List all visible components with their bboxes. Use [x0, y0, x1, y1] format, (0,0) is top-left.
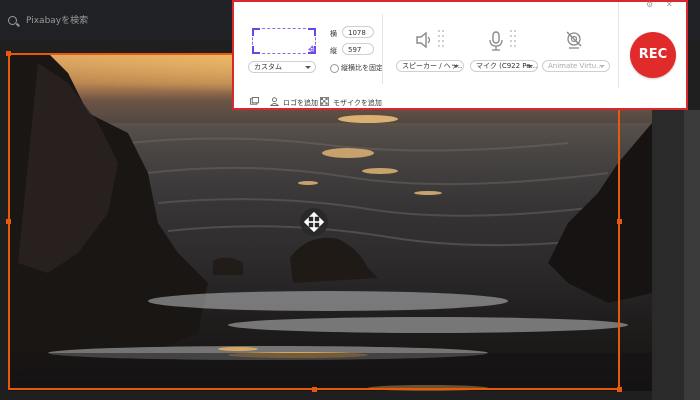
crop-region-icon[interactable] [252, 28, 316, 54]
microphone-select[interactable]: マイク (C922 Pe... [470, 60, 538, 72]
resize-handle-top-left[interactable] [6, 51, 11, 56]
window-controls: ⚙ ✕ [640, 0, 680, 10]
search-placeholder: Pixabayを検索 [26, 16, 89, 26]
search-icon [8, 16, 17, 25]
width-label: 横 [330, 30, 337, 38]
speaker-level-meter [438, 30, 446, 50]
resize-handle-bottom[interactable] [312, 387, 317, 392]
divider [382, 14, 383, 84]
chevron-down-icon [453, 65, 459, 68]
logo-person-icon [270, 97, 279, 106]
lock-ratio-checkbox[interactable] [330, 64, 339, 73]
microphone-icon[interactable] [486, 30, 506, 52]
camera-select-value: Animate Virtu... [548, 62, 603, 70]
close-icon[interactable]: ✕ [666, 0, 673, 9]
width-field[interactable]: 1078 [342, 26, 374, 38]
scrollbar-track[interactable] [684, 110, 700, 400]
image-icon [250, 97, 259, 105]
size-preset-select[interactable]: カスタム [248, 61, 316, 73]
height-label: 縦 [330, 47, 337, 55]
webcam-off-icon[interactable] [564, 30, 584, 50]
add-mosaic-label: モザイクを追加 [333, 99, 382, 107]
region-move-icon: ✥ [308, 45, 317, 56]
resize-handle-right[interactable] [617, 219, 622, 224]
resize-handle-left[interactable] [6, 219, 11, 224]
move-icon [304, 212, 324, 232]
rec-button[interactable]: REC [630, 32, 676, 78]
right-side-panel [652, 110, 700, 400]
search-box[interactable]: Pixabayを検索 [4, 10, 230, 32]
resize-handle-bottom-right[interactable] [617, 387, 622, 392]
mic-level-meter [510, 30, 518, 50]
lock-ratio-label: 縦横比を固定 [341, 64, 383, 72]
divider [618, 2, 619, 88]
chevron-down-icon [599, 65, 605, 68]
chevron-down-icon [305, 66, 311, 69]
speaker-select[interactable]: スピーカー / ヘッ... [396, 60, 464, 72]
height-field[interactable]: 597 [342, 43, 374, 55]
speaker-icon[interactable] [414, 30, 434, 50]
settings-icon[interactable]: ⚙ [646, 0, 653, 9]
chevron-down-icon [527, 65, 533, 68]
move-handle[interactable] [300, 208, 328, 236]
size-preset-value: カスタム [254, 63, 282, 71]
mosaic-icon [320, 97, 329, 106]
screen-recorder-panel: ⚙ ✕ ✥ 横 1078 縦 597 カスタム 縦横比を固定 スピーカー / ヘ… [232, 0, 688, 110]
add-logo-label: ロゴを追加 [283, 99, 318, 107]
camera-select[interactable]: Animate Virtu... [542, 60, 610, 72]
